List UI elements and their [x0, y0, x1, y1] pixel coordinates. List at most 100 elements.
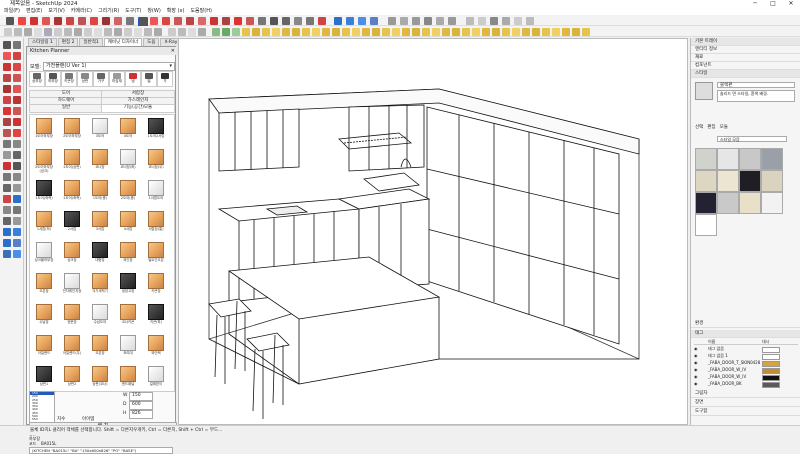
- zoom-tool-icon[interactable]: [3, 184, 11, 192]
- category-fridge[interactable]: 냉: [125, 71, 141, 87]
- category-upper[interactable]: 상부장: [29, 71, 45, 87]
- menu-help[interactable]: 도움말(H): [190, 8, 211, 15]
- yellow-tool-20-icon[interactable]: [432, 27, 440, 36]
- yellow-tool-icon[interactable]: [242, 27, 250, 36]
- warehouse-icon[interactable]: [334, 16, 342, 25]
- category-lower[interactable]: 하부장: [45, 71, 61, 87]
- style-swatch-2[interactable]: [717, 148, 739, 170]
- yellow-tool-16-icon[interactable]: [392, 27, 400, 36]
- category-furniture[interactable]: 가구: [93, 71, 109, 87]
- freehand-tool-icon[interactable]: [13, 63, 21, 71]
- axes-tool-icon[interactable]: [3, 162, 11, 170]
- cabinet-item[interactable]: 1서랍도어: [146, 179, 166, 210]
- width-input[interactable]: 150: [129, 392, 153, 401]
- cabinet-item[interactable]: 2도어(좌측): [62, 179, 82, 210]
- cabinet-3-icon[interactable]: [178, 27, 186, 36]
- yellow-tool-10-icon[interactable]: [332, 27, 340, 36]
- yellow-tool-2-icon[interactable]: [252, 27, 260, 36]
- window-tool-icon[interactable]: [44, 27, 52, 36]
- cabinet-2-icon[interactable]: [168, 27, 176, 36]
- tab-edit[interactable]: 편집: [707, 124, 715, 130]
- shaded-icon[interactable]: [514, 16, 522, 25]
- yellow-tool-4-icon[interactable]: [272, 27, 280, 36]
- molding-tool-icon[interactable]: [84, 27, 92, 36]
- pushpull-tool-icon[interactable]: [13, 107, 21, 115]
- eye-icon[interactable]: ◉: [694, 381, 698, 387]
- select-icon[interactable]: [6, 16, 14, 25]
- yellow-tool-17-icon[interactable]: [402, 27, 410, 36]
- orbit-icon[interactable]: [126, 16, 134, 25]
- cabinet-item[interactable]: 2서랍: [62, 210, 82, 241]
- section-shadows[interactable]: 그림자: [691, 390, 800, 398]
- move-icon[interactable]: [78, 16, 86, 25]
- pushpull-icon[interactable]: [66, 16, 74, 25]
- tape-icon[interactable]: [210, 16, 218, 25]
- category-counter[interactable]: 상판: [77, 71, 93, 87]
- layout-icon[interactable]: [358, 16, 366, 25]
- rotate-tool-icon[interactable]: [3, 118, 11, 126]
- cabinet-item[interactable]: 전자레인지장: [62, 272, 82, 303]
- cabinet-item[interactable]: 아일랜드: [34, 334, 54, 365]
- sandbox-2-icon[interactable]: [13, 228, 21, 236]
- pointer-icon[interactable]: [138, 16, 148, 27]
- rect-tool-icon[interactable]: [3, 74, 11, 82]
- arc-icon[interactable]: [42, 16, 50, 25]
- circle-tool-icon[interactable]: [3, 85, 11, 93]
- menu-file[interactable]: 파일(F): [4, 8, 20, 15]
- category-builtin[interactable]: 빌: [141, 71, 157, 87]
- section-icon[interactable]: [282, 16, 290, 25]
- cabinet-item[interactable]: 3서랍: [90, 210, 110, 241]
- tab-mix[interactable]: 모듈: [720, 124, 728, 130]
- yellow-tool-13-icon[interactable]: [362, 27, 370, 36]
- settings-tool-icon[interactable]: [154, 27, 162, 36]
- style-swatch-4[interactable]: [761, 148, 783, 170]
- yellow-tool-32-icon[interactable]: [552, 27, 560, 36]
- back-view-icon[interactable]: [436, 16, 444, 25]
- protractor-tool-icon[interactable]: [3, 151, 11, 159]
- tab-select[interactable]: 선택: [695, 124, 703, 130]
- tag-row[interactable]: ◉ _FABA_DOOR_W_IV: [694, 367, 798, 374]
- walk-tool-icon[interactable]: [13, 206, 21, 214]
- cabinet-item[interactable]: 수납도어: [90, 303, 110, 334]
- cabinet-item[interactable]: 서랍장(통): [146, 210, 166, 241]
- style-swatch-3[interactable]: [739, 148, 761, 170]
- report-tool-icon[interactable]: [124, 27, 132, 36]
- section-components[interactable]: 컴포넌트: [691, 62, 800, 70]
- offset-tool-icon[interactable]: [13, 129, 21, 137]
- section-entity-info[interactable]: 엔티티 정보: [691, 46, 800, 54]
- green-tool-icon[interactable]: [212, 27, 220, 36]
- style-description-field[interactable]: 솔리드 면 스타일, 흰색 배경.: [717, 90, 795, 102]
- yellow-tool-5-icon[interactable]: [282, 27, 290, 36]
- wall-tool-icon[interactable]: [24, 27, 32, 36]
- cabinet-item[interactable]: 2도어하부장(싱크): [34, 148, 54, 179]
- cabinet-item[interactable]: 1도어2서랍: [146, 117, 166, 148]
- iso-view-icon[interactable]: [388, 16, 396, 25]
- style-swatch-13[interactable]: [695, 214, 717, 236]
- close-button[interactable]: ✕: [782, 0, 800, 8]
- style-swatch-1[interactable]: [695, 148, 717, 170]
- yellow-tool-27-icon[interactable]: [502, 27, 510, 36]
- yellow-tool-21-icon[interactable]: [442, 27, 450, 36]
- green-tool-2-icon[interactable]: [222, 27, 230, 36]
- cabinet-item[interactable]: 1도어(중): [90, 179, 110, 210]
- line-icon[interactable]: [30, 16, 38, 25]
- text-icon[interactable]: [258, 16, 266, 25]
- orbit-tool-icon[interactable]: [3, 173, 11, 181]
- tag-row[interactable]: ◉ 태그 없음: [694, 346, 798, 353]
- yellow-tool-33-icon[interactable]: [562, 27, 570, 36]
- yellow-tool-23-icon[interactable]: [462, 27, 470, 36]
- menu-tools[interactable]: 도구(T): [125, 8, 141, 15]
- select-tool-icon[interactable]: [3, 41, 11, 49]
- category-appliance[interactable]: 가: [157, 71, 173, 87]
- cabinet-item[interactable]: 수납장: [34, 303, 54, 334]
- material-tool-icon[interactable]: [104, 27, 112, 36]
- warehouse-tool-icon[interactable]: [3, 239, 11, 247]
- cabinet-item[interactable]: 조리대: [118, 334, 138, 365]
- cabinet-item[interactable]: 코너장(우): [146, 148, 166, 179]
- cabinet-item[interactable]: 빌트인오븐: [146, 241, 166, 272]
- style-swatch-11[interactable]: [739, 192, 761, 214]
- share-icon[interactable]: [370, 16, 378, 25]
- pan-tool-icon[interactable]: [13, 173, 21, 181]
- arc-tool-icon[interactable]: [3, 96, 11, 104]
- share-tool-icon[interactable]: [13, 250, 21, 258]
